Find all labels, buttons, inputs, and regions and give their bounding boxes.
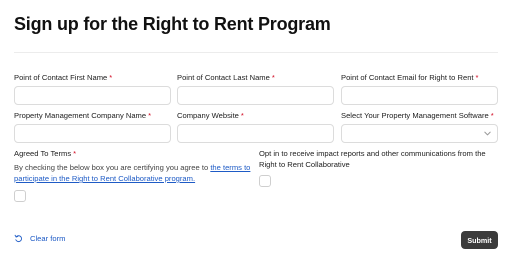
last-name-input[interactable] xyxy=(177,86,334,105)
terms-description: By checking the below box you are certif… xyxy=(14,163,251,183)
company-name-label: Property Management Company Name * xyxy=(14,111,152,120)
terms-label: Agreed To Terms * xyxy=(14,149,77,158)
clear-form-button[interactable]: Clear form xyxy=(14,234,65,243)
company-website-input[interactable] xyxy=(177,124,334,143)
clear-form-label: Clear form xyxy=(30,234,66,243)
opt-in-checkbox[interactable] xyxy=(259,175,271,187)
required-marker: * xyxy=(475,73,479,82)
title-divider xyxy=(14,52,498,53)
company-name-input[interactable] xyxy=(14,124,171,143)
email-input[interactable] xyxy=(341,86,498,105)
required-marker: * xyxy=(148,111,152,120)
last-name-label: Point of Contact Last Name * xyxy=(177,73,275,82)
company-website-label: Company Website * xyxy=(177,111,244,120)
required-marker: * xyxy=(490,111,494,120)
submit-button[interactable]: Submit xyxy=(461,231,498,249)
reset-icon xyxy=(14,234,22,242)
first-name-input[interactable] xyxy=(14,86,171,105)
chevron-down-icon xyxy=(484,131,491,136)
required-marker: * xyxy=(271,73,275,82)
email-label: Point of Contact Email for Right to Rent… xyxy=(341,73,479,82)
page-title: Sign up for the Right to Rent Program xyxy=(14,14,331,34)
software-select[interactable] xyxy=(341,124,498,143)
required-marker: * xyxy=(109,73,113,82)
required-marker: * xyxy=(240,111,244,120)
opt-in-label: Opt in to receive impact reports and oth… xyxy=(259,149,486,169)
required-marker: * xyxy=(73,149,77,158)
terms-checkbox[interactable] xyxy=(14,190,26,202)
first-name-label: Point of Contact First Name * xyxy=(14,73,113,82)
software-label: Select Your Property Management Software… xyxy=(341,111,494,120)
